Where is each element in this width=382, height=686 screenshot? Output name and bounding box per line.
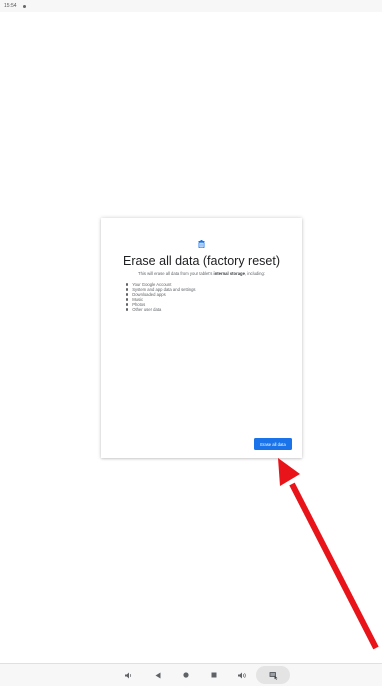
- list-item-label: Other user data: [132, 307, 162, 312]
- recents-icon: [211, 672, 217, 678]
- dialog-description: This will erase all data from your table…: [109, 271, 294, 276]
- back-button[interactable]: [151, 664, 165, 686]
- volume-up-icon: [237, 672, 246, 678]
- screen: 15:54 Erase all data (factory reset) Thi…: [0, 0, 382, 686]
- erased-data-list: Your Google Account System and app data …: [126, 282, 196, 312]
- factory-reset-dialog: Erase all data (factory reset) This will…: [101, 218, 302, 458]
- bullet-icon: [126, 303, 129, 306]
- volume-down-icon: [125, 672, 132, 678]
- bullet-icon: [126, 283, 129, 286]
- volume-down-button[interactable]: [122, 664, 136, 686]
- description-suffix: , including:: [244, 271, 265, 276]
- description-internal-storage: internal storage: [213, 271, 245, 276]
- volume-up-button[interactable]: [235, 664, 249, 686]
- home-icon: [183, 672, 189, 678]
- back-icon: [155, 672, 161, 678]
- bullet-icon: [126, 308, 129, 311]
- arrow-head: [278, 458, 300, 486]
- navigation-bar: [0, 663, 382, 686]
- status-bar: 15:54: [0, 0, 382, 12]
- bullet-icon: [126, 288, 129, 291]
- description-prefix: This will erase all data from your table…: [138, 271, 214, 276]
- status-time: 15:54: [4, 3, 17, 9]
- list-item: Other user data: [126, 307, 196, 312]
- notification-dot-icon: [22, 4, 26, 8]
- trash-icon: [198, 240, 205, 248]
- erase-all-data-button[interactable]: Erase all data: [254, 438, 292, 450]
- screenshot-icon: [269, 671, 277, 680]
- home-button[interactable]: [179, 664, 193, 686]
- bullet-icon: [126, 293, 129, 296]
- recents-button[interactable]: [207, 664, 221, 686]
- bullet-icon: [126, 298, 129, 301]
- screenshot-button[interactable]: [264, 664, 282, 686]
- dialog-title: Erase all data (factory reset): [122, 254, 280, 268]
